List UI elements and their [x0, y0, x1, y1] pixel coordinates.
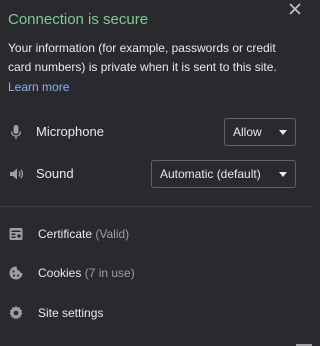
certificate-status: (Valid) [95, 227, 130, 241]
gear-icon [9, 305, 23, 320]
microphone-permission-select[interactable]: Allow [224, 118, 296, 146]
cookie-icon [9, 266, 23, 280]
chevron-down-icon [279, 172, 287, 177]
permission-label: Microphone [36, 124, 104, 139]
certificate-link: Certificate (Valid) [38, 226, 129, 242]
permission-row-sound: Sound Automatic (default) [0, 158, 312, 190]
speaker-icon [10, 168, 24, 180]
link-label-text: Certificate [38, 227, 93, 241]
security-description: Your information (for example, passwords… [8, 41, 277, 74]
permission-row-microphone: Microphone Allow [0, 116, 312, 148]
sound-permission-select[interactable]: Automatic (default) [151, 160, 296, 188]
learn-more-link[interactable]: Learn more [8, 78, 69, 96]
cookies-count: (7 in use) [84, 266, 135, 280]
link-label-text: Site settings [38, 306, 104, 320]
security-summary: Connection is secure Your information (f… [8, 10, 298, 96]
select-value: Automatic (default) [160, 167, 261, 181]
select-value: Allow [233, 125, 262, 139]
cookies-row[interactable]: Cookies (7 in use) [0, 255, 312, 291]
permission-label: Sound [36, 166, 74, 181]
connection-status-title: Connection is secure [8, 11, 149, 28]
page-info-popup: Connection is secure Your information (f… [0, 0, 312, 346]
certificate-row[interactable]: Certificate (Valid) [0, 216, 312, 252]
chevron-down-icon [279, 130, 287, 135]
site-settings-link: Site settings [38, 305, 103, 321]
certificate-icon [9, 228, 23, 240]
link-label-text: Cookies [38, 266, 82, 280]
microphone-icon [10, 125, 22, 139]
cookies-link: Cookies (7 in use) [38, 265, 135, 281]
site-settings-row[interactable]: Site settings [0, 295, 312, 331]
section-divider [0, 206, 312, 207]
